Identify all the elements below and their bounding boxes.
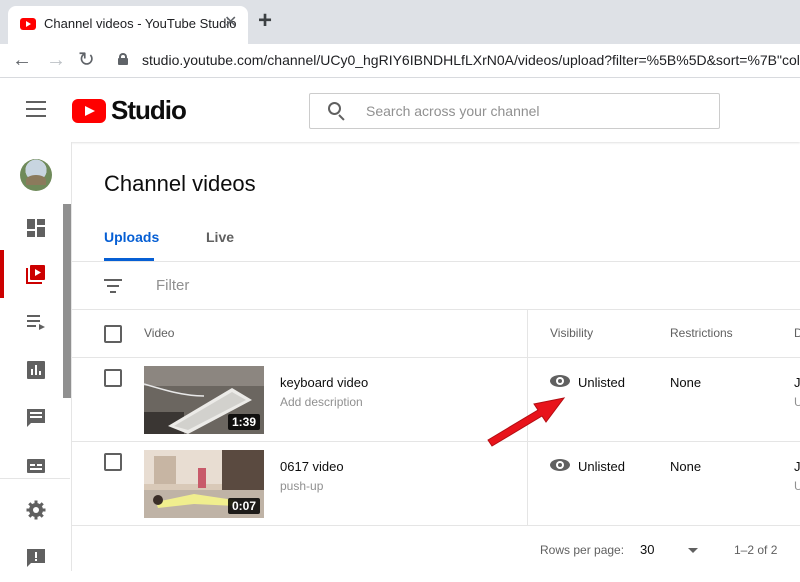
pagination-range: 1–2 of 2 (734, 543, 778, 557)
browser-toolbar: ← → ↻ studio.youtube.com/channel/UCy0_hg… (0, 44, 800, 78)
column-header-date[interactable]: D (794, 326, 800, 340)
browser-tab[interactable]: Channel videos - YouTube Studio ✕ (8, 6, 248, 44)
row-checkbox[interactable] (104, 453, 122, 471)
filter-icon[interactable] (104, 279, 122, 293)
select-all-checkbox[interactable] (104, 325, 122, 343)
dropdown-caret-icon[interactable] (688, 548, 698, 553)
filter-input[interactable]: Filter (156, 277, 189, 294)
date-value: J (794, 459, 800, 474)
youtube-logo-icon[interactable] (72, 99, 106, 123)
filter-divider (72, 309, 800, 310)
analytics-icon (27, 361, 45, 379)
youtube-favicon-icon (20, 18, 36, 30)
eye-icon[interactable] (550, 374, 570, 388)
tab-live[interactable]: Live (206, 229, 234, 245)
date-subtext: U (794, 395, 800, 409)
lock-icon[interactable] (118, 53, 128, 65)
video-duration: 1:39 (227, 414, 260, 430)
sidebar-scrollbar[interactable] (63, 204, 71, 398)
table-footer-divider (72, 525, 800, 526)
video-title[interactable]: keyboard video (280, 375, 368, 390)
column-header-video: Video (144, 326, 175, 340)
sidebar-item-analytics[interactable] (0, 346, 72, 394)
browser-tab-title: Channel videos - YouTube Studio (44, 16, 237, 31)
sidebar-item-feedback[interactable] (0, 534, 72, 582)
restrictions-value: None (670, 375, 702, 390)
video-duration: 0:07 (227, 498, 260, 514)
sidebar-item-playlists[interactable] (0, 298, 72, 346)
sidebar (0, 142, 72, 571)
sidebar-item-subtitles[interactable] (0, 442, 72, 490)
eye-icon[interactable] (550, 458, 570, 472)
visibility-value[interactable]: Unlisted (578, 459, 625, 474)
sidebar-item-comments[interactable] (0, 394, 72, 442)
video-description[interactable]: Add description (280, 395, 363, 409)
sidebar-item-dashboard[interactable] (0, 204, 72, 252)
restrictions-value: None (670, 459, 702, 474)
reload-icon[interactable]: ↻ (78, 49, 95, 71)
row-checkbox[interactable] (104, 369, 122, 387)
studio-header: Studio (0, 78, 800, 142)
channel-avatar[interactable] (20, 159, 52, 191)
video-description[interactable]: push-up (280, 479, 323, 493)
column-header-visibility[interactable]: Visibility (550, 326, 593, 340)
main-content: Channel videos Uploads Live Filter Video… (72, 142, 800, 571)
rows-per-page-label: Rows per page: (540, 543, 625, 557)
annotation-arrow-icon (487, 397, 566, 447)
forward-arrow-icon[interactable]: → (46, 49, 66, 71)
rows-per-page-select[interactable]: 30 (640, 542, 654, 557)
visibility-value[interactable]: Unlisted (578, 375, 625, 390)
search-box[interactable] (309, 93, 720, 129)
back-arrow-icon[interactable]: ← (12, 49, 32, 71)
row-divider (72, 441, 800, 442)
search-input[interactable] (366, 101, 706, 121)
sidebar-item-settings[interactable] (0, 486, 72, 534)
settings-gear-icon (26, 500, 46, 520)
column-header-restrictions[interactable]: Restrictions (670, 326, 733, 340)
page-title: Channel videos (104, 171, 256, 196)
sidebar-divider (0, 478, 70, 479)
dashboard-icon (27, 219, 45, 237)
videos-icon (26, 265, 45, 284)
playlists-icon (27, 315, 45, 330)
studio-logo-text[interactable]: Studio (111, 95, 187, 126)
date-subtext: U (794, 479, 800, 493)
video-thumbnail[interactable]: 0:07 (144, 450, 264, 518)
feedback-icon (27, 549, 45, 567)
close-tab-icon[interactable]: ✕ (224, 15, 237, 31)
tabs-divider (72, 261, 800, 262)
hamburger-menu-icon[interactable] (26, 101, 46, 117)
new-tab-icon[interactable]: + (258, 9, 272, 33)
search-icon (328, 102, 346, 121)
tab-uploads[interactable]: Uploads (104, 229, 159, 245)
browser-tab-bar: Channel videos - YouTube Studio ✕ + (0, 0, 800, 44)
comments-icon (27, 409, 45, 427)
address-bar[interactable]: studio.youtube.com/channel/UCy0_hgRIY6IB… (142, 52, 800, 68)
video-title[interactable]: 0617 video (280, 459, 344, 474)
video-thumbnail[interactable]: 1:39 (144, 366, 264, 434)
sidebar-item-videos[interactable] (0, 250, 72, 298)
date-value: J (794, 375, 800, 390)
subtitles-icon (27, 459, 45, 473)
table-header-divider (72, 357, 800, 358)
